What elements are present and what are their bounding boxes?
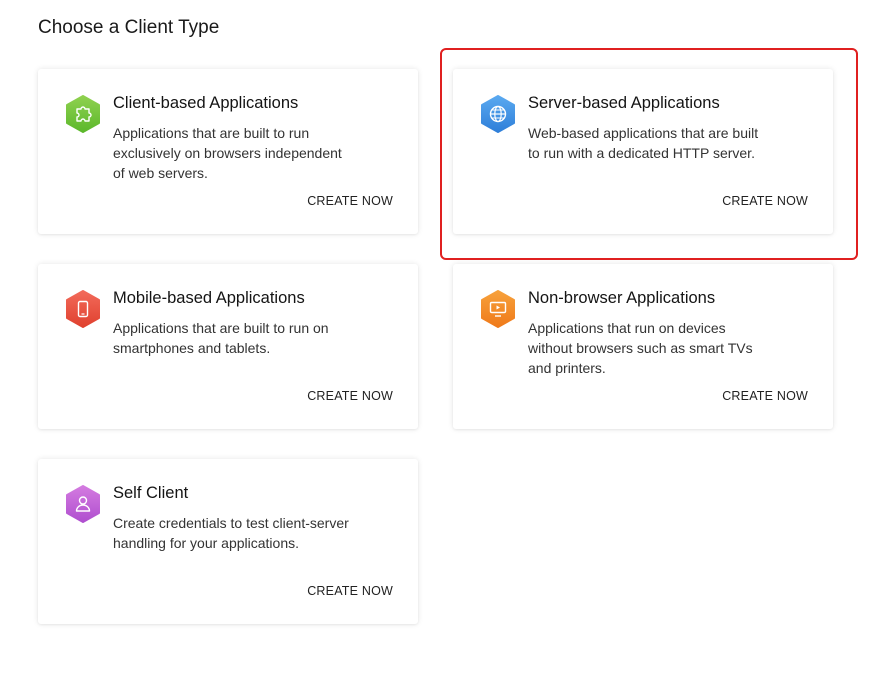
card-description: Applications that run on devices without… (528, 320, 753, 376)
card-server-based[interactable]: Server-based Applications Web-based appl… (453, 69, 833, 234)
page: Choose a Client Type Client-based Applic… (0, 0, 882, 682)
card-title: Non-browser Applications (528, 289, 716, 307)
puzzle-icon (65, 95, 101, 133)
card-mobile-based[interactable]: Mobile-based Applications Applications t… (38, 264, 418, 429)
user-icon (65, 485, 101, 523)
smartphone-icon (65, 290, 101, 328)
page-title: Choose a Client Type (38, 17, 220, 38)
card-client-based[interactable]: Client-based Applications Applications t… (38, 69, 418, 234)
card-title: Client-based Applications (113, 94, 299, 112)
card-description: Web-based applications that are built to… (528, 125, 759, 161)
create-now-button[interactable]: CREATE NOW (307, 194, 393, 208)
globe-icon (480, 95, 516, 133)
card-title: Server-based Applications (528, 94, 720, 112)
card-description: Applications that are built to run exclu… (113, 125, 342, 181)
card-non-browser[interactable]: Non-browser Applications Applications th… (453, 264, 833, 429)
monitor-icon (480, 290, 516, 328)
create-now-button[interactable]: CREATE NOW (722, 194, 808, 208)
card-description: Create credentials to test client-server… (113, 515, 349, 551)
create-now-button[interactable]: CREATE NOW (722, 389, 808, 403)
card-self-client[interactable]: Self Client Create credentials to test c… (38, 459, 418, 624)
create-now-button[interactable]: CREATE NOW (307, 389, 393, 403)
create-now-button[interactable]: CREATE NOW (307, 584, 393, 598)
card-title: Mobile-based Applications (113, 289, 305, 307)
card-description: Applications that are built to run on sm… (113, 320, 329, 356)
card-title: Self Client (113, 484, 189, 502)
